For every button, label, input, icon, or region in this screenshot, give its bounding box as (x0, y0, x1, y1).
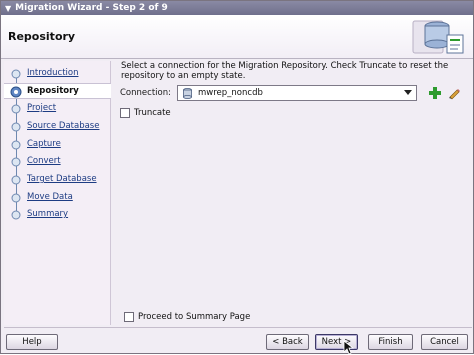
step-node-icon (11, 193, 21, 203)
step-label[interactable]: Convert (27, 156, 61, 166)
cancel-button[interactable]: Cancel (421, 334, 468, 350)
proceed-summary-checkbox[interactable] (124, 312, 134, 322)
step-label[interactable]: Summary (27, 209, 68, 219)
title-bar[interactable]: ▼ Migration Wizard - Step 2 of 9 (1, 1, 473, 15)
mouse-pointer-icon (343, 340, 355, 355)
step-label[interactable]: Move Data (27, 192, 73, 202)
step-label[interactable]: Target Database (27, 174, 97, 184)
connection-select[interactable]: mwrep_noncdb (177, 85, 417, 101)
step-convert[interactable]: Convert (4, 154, 111, 170)
step-label[interactable]: Repository (27, 86, 79, 96)
proceed-summary-label[interactable]: Proceed to Summary Page (138, 312, 250, 322)
finish-button[interactable]: Finish (368, 334, 413, 350)
step-node-icon (11, 69, 21, 79)
back-button[interactable]: < Back (266, 334, 309, 350)
pencil-icon[interactable] (447, 86, 461, 100)
truncate-label[interactable]: Truncate (134, 108, 171, 118)
step-repository[interactable]: Repository (4, 83, 111, 99)
window-menu-icon[interactable]: ▼ (5, 4, 11, 13)
step-target-database[interactable]: Target Database (4, 172, 111, 188)
step-label[interactable]: Source Database (27, 121, 99, 131)
connection-value: mwrep_noncdb (198, 88, 263, 98)
database-icon (183, 87, 192, 99)
page-title: Repository (8, 30, 76, 43)
repository-panel: Select a connection for the Migration Re… (114, 61, 473, 325)
help-button[interactable]: Help (6, 334, 58, 350)
step-node-icon (11, 122, 21, 132)
proceed-summary-option[interactable]: Proceed to Summary Page (124, 312, 250, 322)
wizard-header: Repository (1, 15, 473, 59)
footer-divider (4, 327, 472, 328)
instructions-text: Select a connection for the Migration Re… (121, 61, 449, 81)
current-step-icon (10, 86, 22, 98)
step-node-icon (11, 175, 21, 185)
step-label[interactable]: Project (27, 103, 56, 113)
chevron-down-icon[interactable] (404, 90, 412, 95)
step-label[interactable]: Introduction (27, 68, 78, 78)
step-node-icon (11, 210, 21, 220)
step-introduction[interactable]: Introduction (4, 66, 111, 82)
step-source-database[interactable]: Source Database (4, 119, 111, 135)
step-summary[interactable]: Summary (4, 207, 111, 223)
step-node-icon (11, 140, 21, 150)
step-label[interactable]: Capture (27, 139, 61, 149)
connection-label: Connection: (120, 88, 171, 98)
step-move-data[interactable]: Move Data (4, 190, 111, 206)
step-capture[interactable]: Capture (4, 137, 111, 153)
wizard-steps-nav: Introduction Repository Project Source D… (4, 61, 111, 325)
truncate-checkbox[interactable] (120, 108, 130, 118)
migration-wizard-window: ▼ Migration Wizard - Step 2 of 9 Reposit… (0, 0, 474, 355)
step-project[interactable]: Project (4, 101, 111, 117)
database-wizard-icon (412, 20, 464, 54)
step-node-icon (11, 104, 21, 114)
step-node-icon (11, 157, 21, 167)
truncate-option[interactable]: Truncate (120, 108, 171, 118)
window-title: Migration Wizard - Step 2 of 9 (15, 3, 168, 13)
plus-icon[interactable] (428, 86, 442, 100)
